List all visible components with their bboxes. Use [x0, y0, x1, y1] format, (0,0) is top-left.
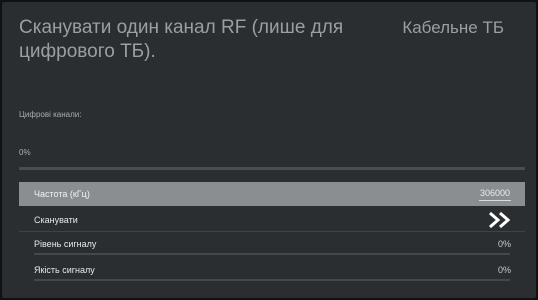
dialog-title: Сканувати один канал RF (лише для цифров… — [19, 17, 344, 62]
scan-label: Сканувати — [34, 215, 78, 225]
signal-source-label: Кабельне ТБ — [402, 18, 504, 37]
frequency-label: Частота (кГц) — [34, 189, 90, 199]
scan-rf-dialog: Сканувати один канал RF (лише для цифров… — [2, 2, 536, 298]
signal-quality-meter — [34, 279, 510, 281]
signal-quality-row: Якість сигналу 0% — [19, 258, 525, 282]
signal-level-meter — [34, 253, 510, 255]
digital-channels-progress-text: 0% — [19, 148, 31, 157]
digital-channels-label: Цифрові канали: — [19, 110, 82, 119]
double-chevron-right-icon[interactable] — [487, 211, 513, 229]
scan-row[interactable]: Сканувати — [19, 208, 525, 232]
signal-level-row: Рівень сигналу 0% — [19, 232, 525, 256]
scan-progress-bar — [19, 167, 525, 170]
frequency-row[interactable]: Частота (кГц) 306000 — [19, 182, 525, 206]
frequency-input[interactable]: 306000 — [478, 186, 511, 201]
